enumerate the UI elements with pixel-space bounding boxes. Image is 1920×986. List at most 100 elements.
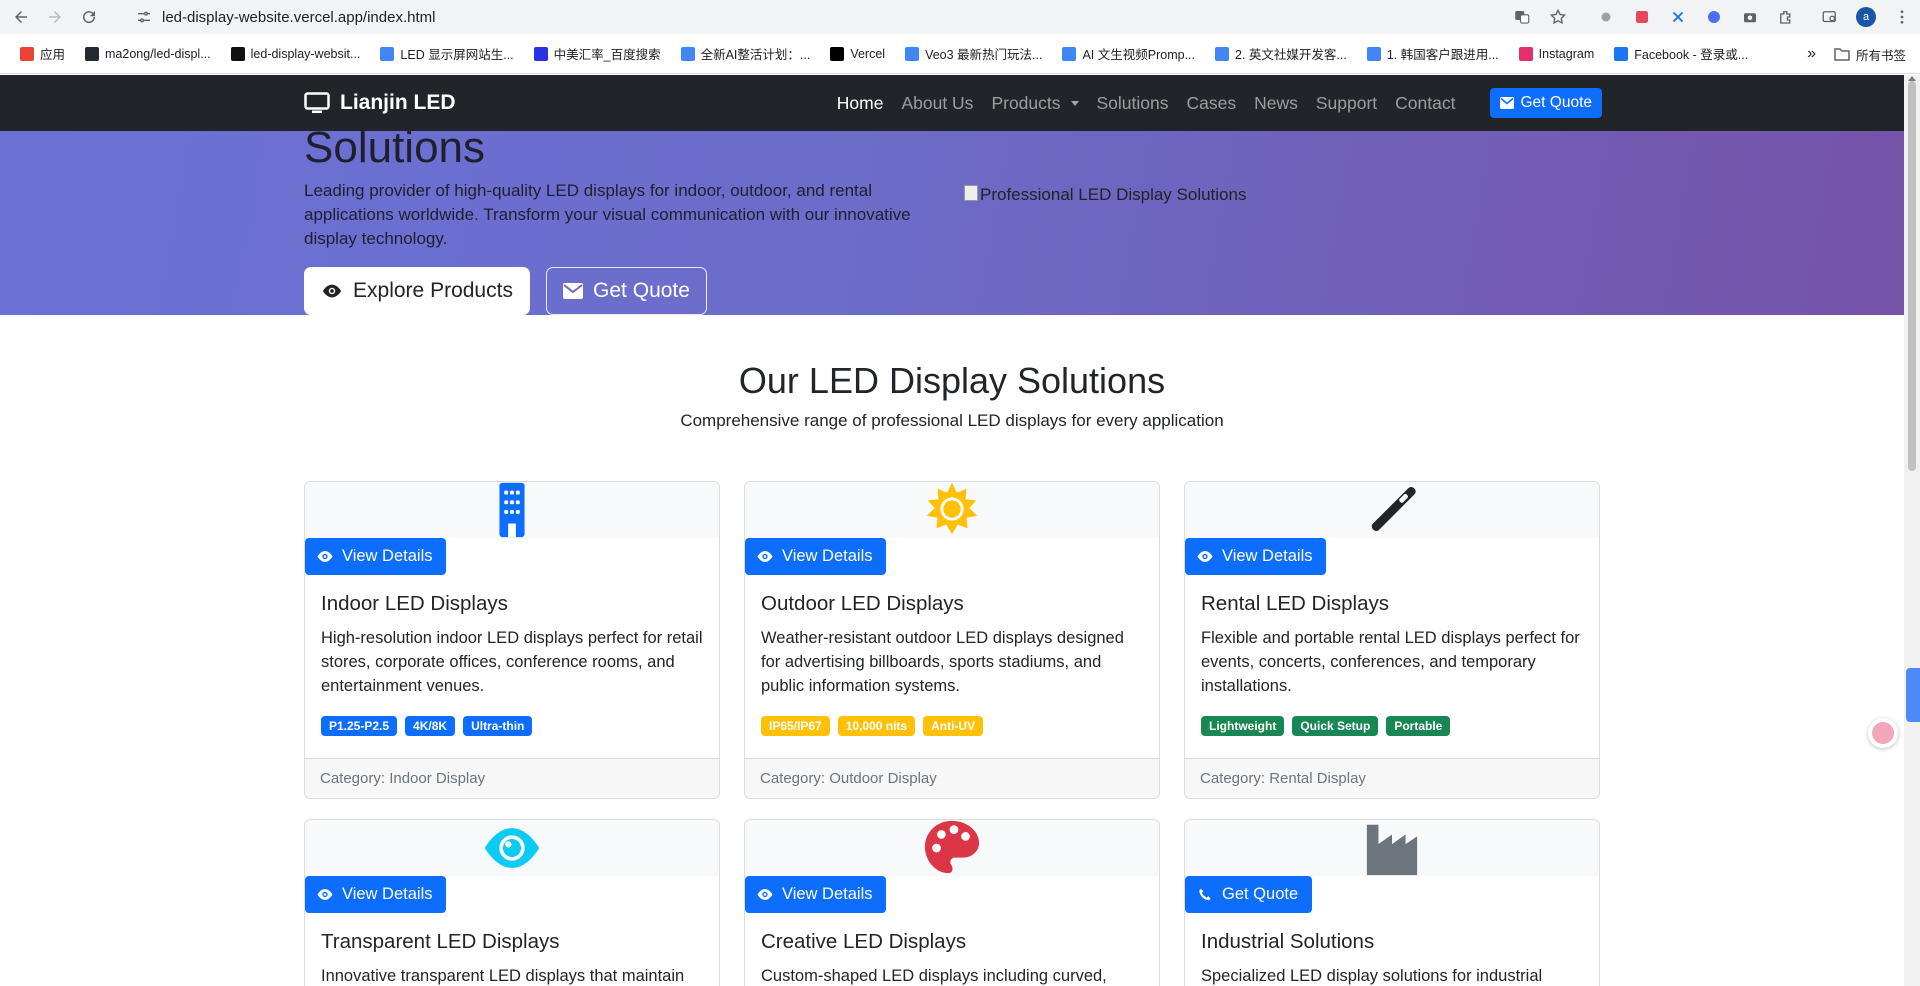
envelope-icon: [563, 283, 584, 299]
bookmark-item[interactable]: ma2ong/led-displ...: [75, 40, 221, 68]
bookmark-label: 应用: [40, 48, 66, 62]
address-bar[interactable]: led-display-website.vercel.app/index.htm…: [122, 3, 1542, 31]
spec-badge: P1.25-P2.5: [321, 716, 398, 736]
card-text: Custom-shaped LED displays including cur…: [761, 967, 1107, 985]
card-tags: IP65/IP67 10,000 nits Anti-UV: [761, 716, 1143, 736]
bookmarks-overflow-button[interactable]: »: [1807, 45, 1816, 63]
section-subtitle: Comprehensive range of professional LED …: [680, 411, 1224, 430]
eye-icon: [757, 551, 773, 562]
bookmark-favicon-icon: [680, 46, 695, 61]
nav-link-news[interactable]: News: [1245, 93, 1307, 114]
nav-link-about-us[interactable]: About Us: [892, 93, 982, 114]
bookmark-item[interactable]: Facebook - 登录或...: [1604, 40, 1758, 68]
bookmark-label: led-display-websit...: [250, 46, 361, 61]
phone-icon: [1199, 888, 1211, 901]
url-text[interactable]: led-display-website.vercel.app/index.htm…: [162, 9, 435, 26]
nav-links: Home About Us Products Solutions Cases News Su…: [828, 75, 1602, 131]
page-scrollbar[interactable]: [1904, 75, 1920, 986]
card-button-label: View Details: [782, 547, 873, 565]
card-image-area: [1185, 820, 1599, 876]
nav-link-label: Cases: [1186, 92, 1237, 113]
hero-description: Leading provider of high-quality LED dis…: [304, 181, 911, 248]
side-extension-tab[interactable]: [1906, 668, 1920, 722]
card-text: Weather-resistant outdoor LED displays d…: [761, 629, 1124, 695]
view-details-button[interactable]: View Details: [305, 538, 447, 575]
floating-assistant-button[interactable]: [1868, 718, 1898, 748]
card-button-label: View Details: [782, 885, 873, 903]
extension-scissors-icon[interactable]: [1660, 0, 1696, 34]
bookmark-star-icon[interactable]: [1540, 0, 1576, 34]
bookmark-label: Facebook - 登录或...: [1634, 48, 1749, 62]
eye-icon: [317, 889, 333, 900]
eye-icon: [1197, 551, 1213, 562]
bookmark-item[interactable]: 1. 韩国客户跟进用...: [1357, 40, 1509, 68]
all-bookmarks-folder[interactable]: 所有书签: [1834, 45, 1906, 64]
bookmark-favicon-icon: [905, 46, 920, 61]
bookmark-item[interactable]: Vercel: [820, 40, 895, 68]
card-image-area: [305, 482, 719, 538]
back-button[interactable]: [4, 0, 38, 34]
tab-search-icon[interactable]: [1812, 0, 1848, 34]
extension-translate-icon[interactable]: [1624, 0, 1660, 34]
eye-icon: [322, 284, 342, 298]
envelope-icon: [1500, 97, 1515, 109]
view-details-button[interactable]: View Details: [745, 876, 887, 913]
broken-image-icon: [964, 185, 978, 201]
view-details-button[interactable]: View Details: [745, 538, 887, 575]
nav-link-contact[interactable]: Contact: [1386, 93, 1464, 114]
card-image-area: [745, 820, 1159, 876]
extension-rocket-icon[interactable]: [1588, 0, 1624, 34]
nav-link-label: Contact: [1395, 92, 1456, 113]
brand-link[interactable]: Lianjin LED: [304, 75, 456, 131]
hero-image-alt: Professional LED Display Solutions: [980, 185, 1247, 204]
bookmark-item[interactable]: 应用: [10, 40, 75, 68]
view-details-button[interactable]: View Details: [305, 876, 447, 913]
bookmark-item[interactable]: led-display-websit...: [221, 40, 371, 68]
bookmark-favicon-icon: [380, 46, 395, 61]
folder-icon: [1834, 47, 1850, 61]
explore-products-button[interactable]: Explore Products: [304, 267, 530, 315]
card-title: Industrial Solutions: [1201, 930, 1375, 953]
nav-link-label: News: [1254, 92, 1298, 113]
bookmark-item[interactable]: Veo3 最新热门玩法...: [895, 40, 1052, 68]
bookmark-item[interactable]: 中美汇率_百度搜索: [524, 40, 671, 68]
bookmark-item[interactable]: 全新AI整活计划：...: [671, 40, 821, 68]
camera-icon[interactable]: [1732, 0, 1768, 34]
site-info-icon[interactable]: [136, 9, 152, 25]
card-button-label: View Details: [1222, 547, 1313, 565]
reload-button[interactable]: [72, 0, 106, 34]
nav-get-quote-button[interactable]: Get Quote: [1490, 88, 1602, 118]
extension-blue-icon[interactable]: [1696, 0, 1732, 34]
hero-get-quote-button[interactable]: Get Quote: [546, 267, 707, 315]
card-button-label: Get Quote: [1222, 885, 1299, 903]
caret-down-icon: [1070, 100, 1079, 106]
bookmark-item[interactable]: Instagram: [1509, 40, 1605, 68]
chrome-menu-icon[interactable]: [1884, 0, 1920, 34]
bookmark-item[interactable]: 2. 英文社媒开发客...: [1205, 40, 1357, 68]
view-details-button[interactable]: View Details: [1185, 538, 1327, 575]
nav-link-products[interactable]: Products: [982, 93, 1087, 114]
card-title: Transparent LED Displays: [321, 930, 560, 953]
card-tags: Lightweight Quick Setup Portable: [1201, 716, 1583, 736]
nav-link-solutions[interactable]: Solutions: [1088, 93, 1178, 114]
translate-icon[interactable]: [1504, 0, 1540, 34]
nav-link-support[interactable]: Support: [1307, 93, 1386, 114]
extensions-puzzle-icon[interactable]: [1768, 0, 1804, 34]
card-get-quote-button[interactable]: Get Quote: [1185, 876, 1313, 913]
scroll-thumb[interactable]: [1908, 81, 1916, 471]
card-title: Indoor LED Displays: [321, 592, 508, 615]
nav-link-cases[interactable]: Cases: [1178, 93, 1246, 114]
card-text: Specialized LED display solutions for in…: [1201, 967, 1543, 985]
brand-name: Lianjin LED: [340, 91, 456, 114]
bookmark-item[interactable]: LED 显示屏网站生...: [370, 40, 523, 68]
bookmark-item[interactable]: AI 文生视频Promp...: [1052, 40, 1205, 68]
browser-toolbar: led-display-website.vercel.app/index.htm…: [0, 0, 1920, 34]
card-image-area: [745, 482, 1159, 538]
building-icon: [482, 482, 542, 538]
card-footer: Category: Outdoor Display: [745, 758, 1159, 798]
reload-icon: [83, 11, 96, 24]
profile-avatar[interactable]: a: [1848, 0, 1884, 34]
forward-button[interactable]: [38, 0, 72, 34]
nav-link-home[interactable]: Home: [828, 93, 893, 114]
product-card: View Details Transparent LED Displays In…: [304, 819, 720, 986]
